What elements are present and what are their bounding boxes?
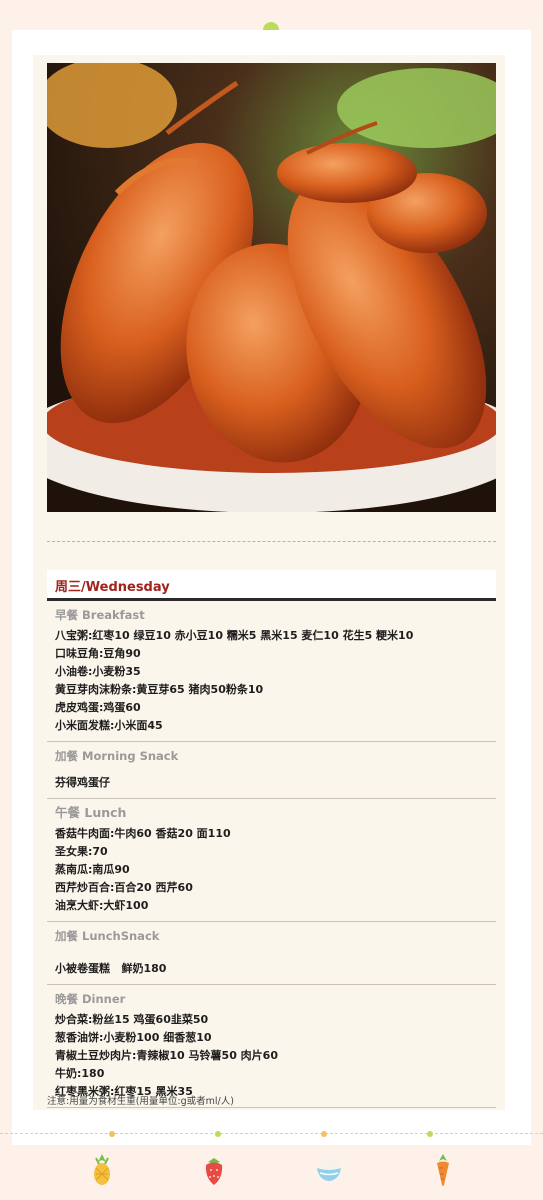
dashed-divider — [47, 541, 496, 542]
rice-bowl-icon — [314, 1152, 344, 1188]
menu-item: 芬得鸡蛋仔 — [55, 776, 110, 789]
decoration-dot — [427, 1131, 433, 1137]
decoration-dot — [109, 1131, 115, 1137]
breakfast-section: 早餐 Breakfast 八宝粥:红枣10 绿豆10 赤小豆10 糯米5 黑米1… — [47, 601, 496, 742]
meal-menu: 早餐 Breakfast 八宝粥:红枣10 绿豆10 赤小豆10 糯米5 黑米1… — [47, 601, 496, 1108]
menu-item: 炒合菜:粉丝15 鸡蛋60韭菜50 — [55, 1013, 209, 1026]
lunch-snack-section: 加餐 LunchSnack 小被卷蛋糕 鲜奶180 — [47, 922, 496, 985]
menu-item: 香菇牛肉面:牛肉60 香菇20 面110 — [55, 827, 231, 840]
menu-item: 虎皮鸡蛋:鸡蛋60 — [55, 701, 141, 714]
menu-item: 油烹大虾:大虾100 — [55, 899, 149, 912]
dinner-section: 晚餐 Dinner 炒合菜:粉丝15 鸡蛋60韭菜50 葱香油饼:小麦粉100 … — [47, 985, 496, 1108]
dotted-divider — [0, 1131, 543, 1137]
carrot-icon — [428, 1152, 458, 1188]
lunch-heading: 午餐 Lunch — [55, 805, 127, 820]
day-header: 周三/Wednesday — [47, 570, 496, 601]
menu-item: 牛奶:180 — [55, 1067, 105, 1080]
menu-item: 小被卷蛋糕 鲜奶180 — [55, 962, 167, 975]
decoration-dot — [215, 1131, 221, 1137]
menu-item: 西芹炒百合:百合20 西芹60 — [55, 881, 193, 894]
day-title: 周三/Wednesday — [55, 580, 170, 595]
breakfast-heading: 早餐 Breakfast — [55, 608, 145, 622]
lunch-snack-heading: 加餐 LunchSnack — [55, 929, 160, 943]
menu-item: 葱香油饼:小麦粉100 细香葱10 — [55, 1031, 212, 1044]
menu-item: 黄豆芽肉沫粉条:黄豆芽65 猪肉50粉条10 — [55, 683, 264, 696]
menu-item: 小米面发糕:小米面45 — [55, 719, 163, 732]
morning-snack-heading: 加餐 Morning Snack — [55, 749, 179, 763]
menu-item: 八宝粥:红枣10 绿豆10 赤小豆10 糯米5 黑米15 麦仁10 花生5 粳米… — [55, 629, 414, 642]
morning-snack-section: 加餐 Morning Snack 芬得鸡蛋仔 — [47, 742, 496, 799]
menu-item: 青椒土豆炒肉片:青辣椒10 马铃薯50 肉片60 — [55, 1049, 278, 1062]
menu-item: 蒸南瓜:南瓜90 — [55, 863, 130, 876]
dinner-heading: 晚餐 Dinner — [55, 992, 126, 1006]
footnote: 注意:用量为食材生重(用量单位:g或者ml/人) — [47, 1096, 234, 1107]
footer-icons — [0, 1152, 543, 1192]
braised-shrimp-photo — [47, 63, 496, 512]
pineapple-icon — [87, 1152, 117, 1188]
strawberry-icon — [199, 1152, 229, 1188]
decoration-dot — [321, 1131, 327, 1137]
lunch-section: 午餐 Lunch 香菇牛肉面:牛肉60 香菇20 面110 圣女果:70 蒸南瓜… — [47, 799, 496, 922]
menu-item: 小油卷:小麦粉35 — [55, 665, 141, 678]
menu-item: 圣女果:70 — [55, 845, 108, 858]
menu-item: 口味豆角:豆角90 — [55, 647, 141, 660]
